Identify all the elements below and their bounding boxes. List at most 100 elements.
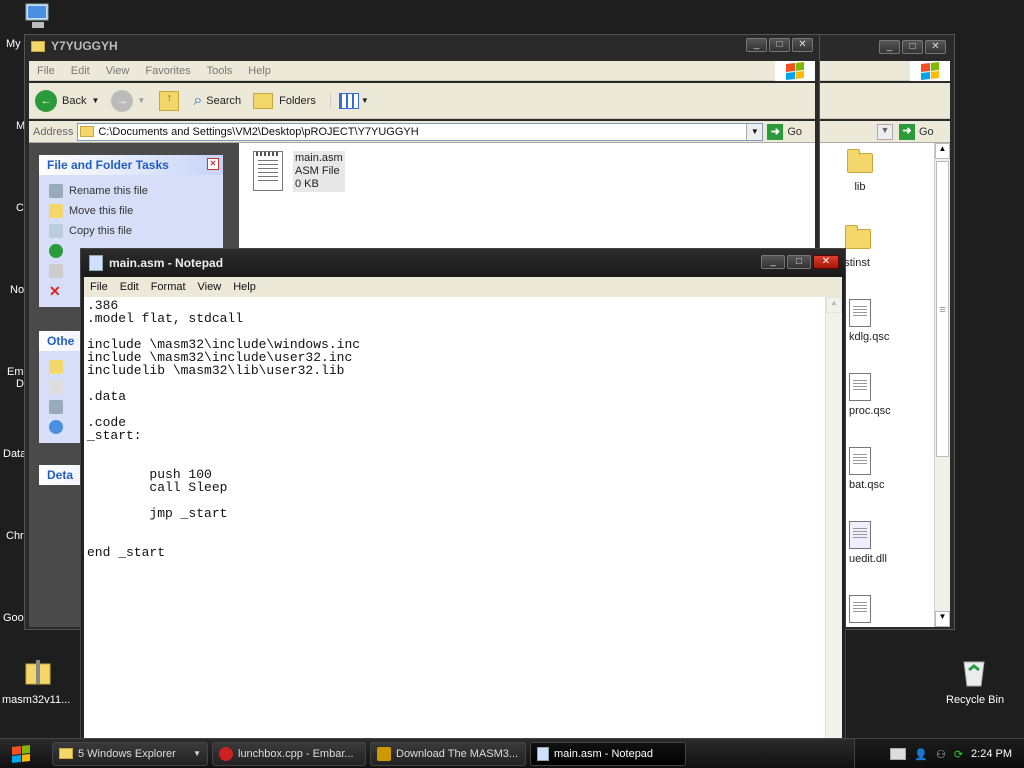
taskbar-item-browser[interactable]: Download The MASM3...	[370, 741, 526, 766]
scroll-up-icon[interactable]: ▲	[935, 143, 950, 159]
recycle-bin-icon[interactable]	[958, 656, 990, 688]
task-copy[interactable]: Copy this file	[49, 221, 213, 241]
views-button[interactable]: ▼	[329, 92, 369, 109]
menu-bar: File Edit View Favorites Tools Help	[29, 61, 779, 81]
file-item-uedit[interactable]: uedit.dll	[849, 521, 887, 565]
task-rename[interactable]: Rename this file	[49, 181, 213, 201]
back-button[interactable]: ← Back ▼	[35, 89, 99, 112]
desktop-label-goo[interactable]: Goo	[3, 612, 24, 624]
notepad-file-icon	[253, 151, 283, 191]
menu-file[interactable]: File	[29, 65, 63, 77]
vertical-scrollbar[interactable]: ▲ ≡ ▼	[934, 143, 950, 627]
my-computer-icon[interactable]	[22, 2, 54, 32]
window-controls: _ □ ✕	[746, 38, 813, 52]
maximize-button[interactable]: □	[769, 38, 790, 52]
menu-edit[interactable]: Edit	[63, 65, 98, 77]
file-icon	[849, 299, 871, 327]
taskbar-label: Download The MASM3...	[396, 747, 519, 760]
file-item-kdlg[interactable]: kdlg.qsc	[849, 299, 889, 343]
clock[interactable]: 2:24 PM	[971, 748, 1012, 760]
notepad-window[interactable]: main.asm - Notepad _ □ ✕ File Edit Forma…	[80, 248, 846, 768]
desktop-label-my[interactable]: My	[6, 38, 21, 50]
forward-button[interactable]: →	[111, 89, 134, 112]
forward-dropdown-icon[interactable]: ▼	[137, 96, 145, 105]
address-field[interactable]: C:\Documents and Settings\VM2\Desktop\pR…	[77, 122, 764, 141]
address-dropdown[interactable]: ▼	[877, 123, 893, 140]
taskbar-item-notepad[interactable]: main.asm - Notepad	[530, 741, 686, 766]
masm-zip-icon[interactable]	[22, 658, 54, 688]
task-move[interactable]: Move this file	[49, 201, 213, 221]
file-item-proc[interactable]: proc.qsc	[849, 373, 891, 417]
folder-title-icon	[31, 40, 45, 52]
maximize-button[interactable]: □	[787, 255, 811, 269]
recycle-bin-label[interactable]: Recycle Bin	[946, 694, 1004, 706]
desktop-label-no[interactable]: No	[10, 284, 24, 296]
desktop-label-d[interactable]: D	[16, 378, 24, 390]
folders-label: Folders	[279, 94, 316, 107]
folders-icon	[253, 92, 274, 109]
up-folder-icon[interactable]: ↑	[159, 90, 180, 111]
search-button[interactable]: ⌕ Search	[193, 92, 241, 110]
window-title: Y7YUGGYH	[51, 39, 118, 53]
tasks-header[interactable]: File and Folder Tasks ✕	[39, 155, 223, 175]
vertical-scrollbar[interactable]: ▲	[825, 297, 842, 767]
taskbar-item-devcpp[interactable]: lunchbox.cpp - Embar...	[212, 741, 366, 766]
menu-view[interactable]: View	[98, 65, 138, 77]
menu-help[interactable]: Help	[227, 281, 262, 293]
go-button[interactable]: ➜ Go	[767, 123, 802, 140]
users-icon[interactable]: 👤	[914, 748, 928, 761]
title-bar[interactable]: main.asm - Notepad	[81, 249, 845, 277]
close-button[interactable]: ✕	[925, 40, 946, 54]
search-label: Search	[206, 94, 242, 107]
file-name: main.asm	[295, 152, 343, 164]
menu-tools[interactable]: Tools	[199, 65, 241, 77]
menu-view[interactable]: View	[192, 281, 228, 293]
address-dropdown-icon[interactable]: ▼	[746, 123, 763, 140]
windows-start-icon	[12, 744, 30, 763]
desktop-label-chr[interactable]: Chr	[6, 530, 24, 542]
folders-button[interactable]: Folders	[253, 92, 316, 109]
desktop-label-data[interactable]: Data	[3, 448, 26, 460]
collapse-icon[interactable]: ✕	[207, 158, 219, 170]
taskbar: 5 Windows Explorer ▼ lunchbox.cpp - Emba…	[0, 738, 1024, 768]
desktop-label-c[interactable]: C	[16, 202, 24, 214]
menu-format[interactable]: Format	[145, 281, 192, 293]
address-bar: ▼ ➜ Go	[819, 121, 950, 143]
file-item-partial[interactable]	[849, 595, 871, 623]
close-button[interactable]: ✕	[792, 38, 813, 52]
start-button[interactable]	[0, 740, 42, 768]
email-icon	[49, 264, 63, 278]
item-label: lib	[854, 181, 866, 193]
window-controls: _ □ ✕	[879, 40, 946, 54]
minimize-button[interactable]: _	[761, 255, 785, 269]
scroll-thumb[interactable]: ≡	[936, 161, 949, 457]
folder-item-lib[interactable]: lib	[847, 149, 873, 193]
move-icon	[49, 204, 63, 218]
close-button[interactable]: ✕	[813, 255, 839, 269]
item-label: bat.qsc	[849, 479, 885, 491]
network-icon[interactable]: ⚇	[936, 748, 946, 761]
file-item-main-asm[interactable]: main.asm ASM File 0 KB	[253, 151, 345, 192]
network-icon	[49, 420, 63, 434]
minimize-button[interactable]: _	[879, 40, 900, 54]
scroll-up-icon[interactable]: ▲	[826, 297, 842, 313]
menu-help[interactable]: Help	[240, 65, 279, 77]
menu-edit[interactable]: Edit	[114, 281, 145, 293]
menu-favorites[interactable]: Favorites	[137, 65, 198, 77]
text-editor[interactable]: .386 .model flat, stdcall include \masm3…	[84, 297, 825, 767]
title-bar[interactable]: Y7YUGGYH	[25, 35, 819, 57]
go-button[interactable]: ➜ Go	[899, 123, 934, 140]
scroll-down-icon[interactable]: ▼	[935, 611, 950, 627]
maximize-button[interactable]: □	[902, 40, 923, 54]
back-dropdown-icon[interactable]: ▼	[91, 96, 99, 105]
sync-icon[interactable]: ⟳	[954, 748, 963, 761]
file-item-bat[interactable]: bat.qsc	[849, 447, 884, 491]
folder-item-estinst[interactable]: estinst	[838, 225, 871, 269]
desktop-label-em[interactable]: Em	[7, 366, 24, 378]
menu-file[interactable]: File	[84, 281, 114, 293]
keyboard-icon[interactable]	[890, 748, 907, 760]
taskbar-item-explorer[interactable]: 5 Windows Explorer ▼	[52, 741, 208, 766]
minimize-button[interactable]: _	[746, 38, 767, 52]
views-icon	[338, 92, 359, 109]
masm-zip-label[interactable]: masm32v11...	[2, 694, 70, 706]
